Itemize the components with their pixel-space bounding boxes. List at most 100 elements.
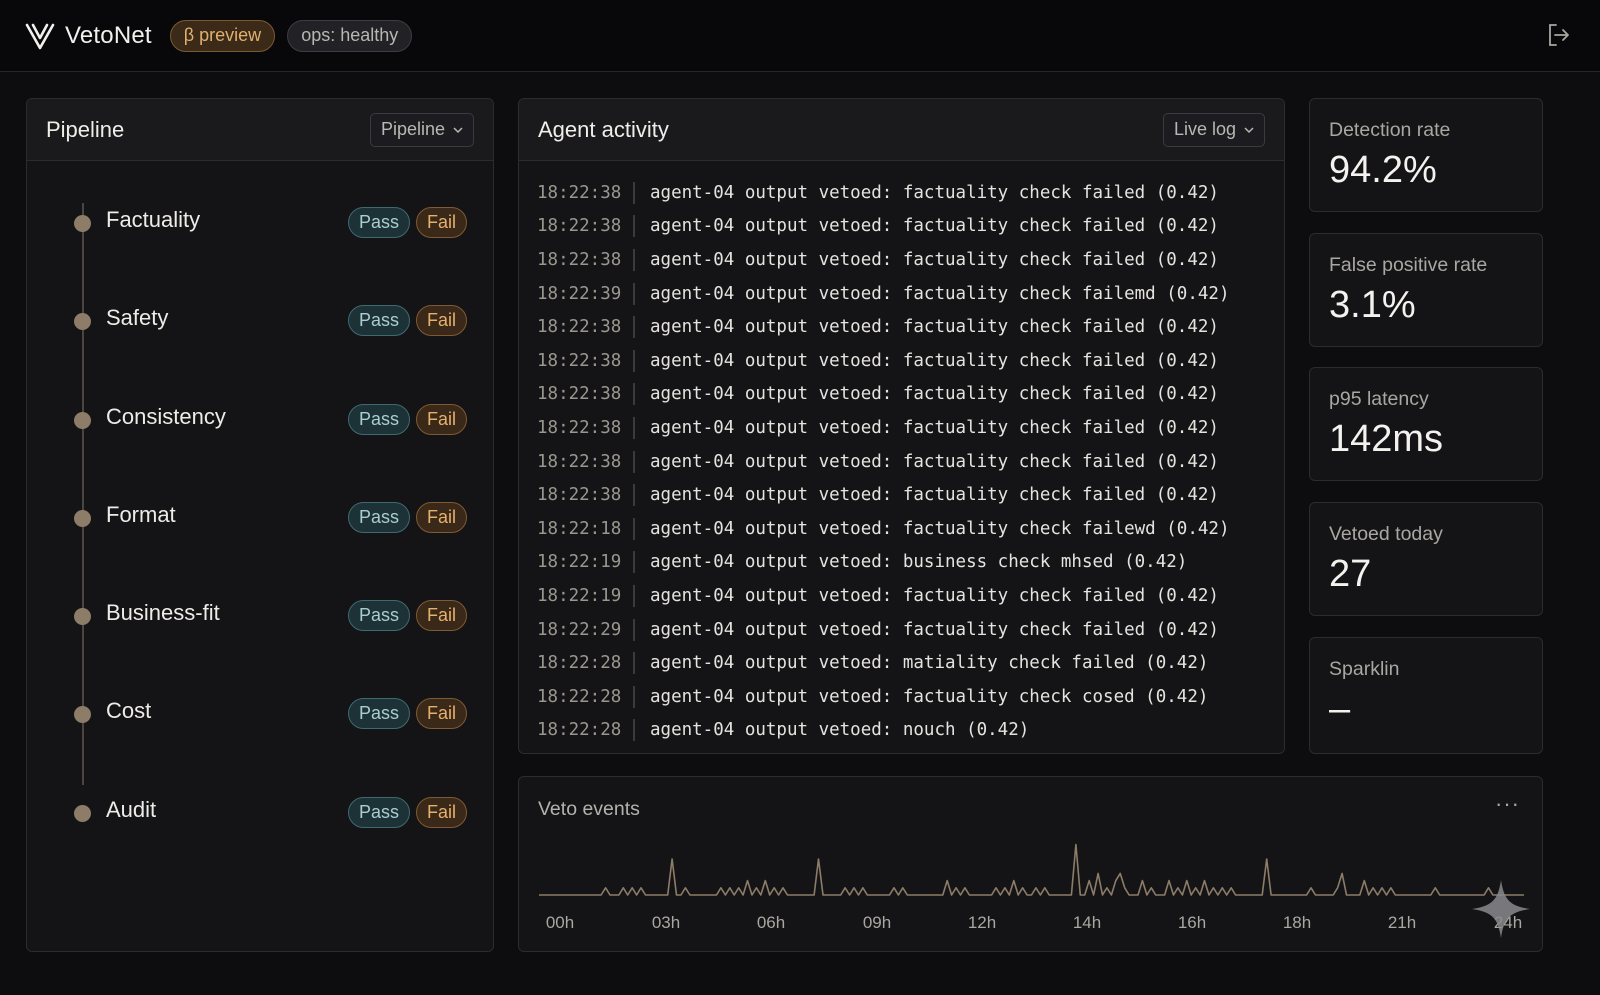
- log-message: agent-04 output vetoed: business check m…: [650, 552, 1188, 573]
- log-message: agent-04 output vetoed: factuality check…: [650, 585, 1219, 606]
- pipeline-title: Pipeline: [46, 116, 125, 142]
- live-log-dropdown[interactable]: Live log: [1162, 112, 1265, 147]
- x-tick-label: 16h: [1178, 913, 1206, 932]
- log-message: agent-04 output vetoed: factuality check…: [650, 518, 1230, 539]
- pass-badge[interactable]: Pass: [347, 600, 410, 632]
- pipeline-panel: Pipeline Pipeline Factuality Pass Fail Safe…: [26, 98, 494, 952]
- step-dot-icon: [74, 706, 91, 724]
- pipeline-dropdown[interactable]: Pipeline: [369, 112, 474, 147]
- vetoed-today-card: Vetoed today 27: [1309, 502, 1543, 616]
- log-timestamp: 18:22:19: [537, 551, 635, 574]
- log-message: agent-04 output vetoed: factuality check…: [650, 619, 1219, 640]
- fail-badge[interactable]: Fail: [415, 501, 467, 533]
- stat-value: 27: [1329, 553, 1372, 595]
- log-row: 18:22:38 agent-04 output vetoed: factuali…: [537, 210, 1284, 244]
- log-timestamp: 18:22:38: [537, 215, 635, 238]
- log-timestamp: 18:22:19: [537, 584, 635, 607]
- step-badges: Pass Fail: [347, 501, 467, 533]
- log-timestamp: 18:22:38: [537, 316, 635, 339]
- pass-badge[interactable]: Pass: [347, 305, 410, 337]
- log-row: 18:22:19 agent-04 output vetoed: factuali…: [537, 579, 1284, 613]
- log-timestamp: 18:22:28: [537, 685, 635, 708]
- logout-icon[interactable]: [1546, 22, 1572, 48]
- pipeline-step[interactable]: Cost Pass Fail: [27, 672, 493, 770]
- step-dot-icon: [74, 215, 91, 232]
- log-row: 18:22:38 agent-04 output vetoed: factuali…: [537, 344, 1284, 378]
- log-timestamp: 18:22:28: [537, 652, 635, 675]
- fail-badge[interactable]: Fail: [415, 207, 467, 238]
- step-badges: Pass Fail: [347, 305, 467, 337]
- log-message: agent-04 output vetoed: nouch (0.42): [650, 720, 1030, 741]
- x-tick-label: 06h: [757, 913, 785, 932]
- log-message: agent-04 output vetoed: factuality check…: [650, 384, 1219, 405]
- activity-header: Agent activity Live log: [519, 99, 1284, 161]
- log-message: agent-04 output vetoed: factuality check…: [650, 485, 1219, 506]
- fail-badge[interactable]: Fail: [415, 600, 467, 632]
- pipeline-header: Pipeline Pipeline: [27, 99, 493, 161]
- step-dot-icon: [74, 313, 91, 331]
- x-tick-label: 21h: [1388, 913, 1416, 932]
- veto-events-title: Veto events: [538, 798, 640, 820]
- log-message: agent-04 output vetoed: factuality check…: [650, 283, 1230, 304]
- log-timestamp: 18:22:38: [537, 450, 635, 473]
- step-label: Audit: [106, 796, 157, 822]
- log-message: agent-04 output vetoed: factuality check…: [650, 417, 1219, 438]
- pipeline-step[interactable]: Safety Pass Fail: [27, 279, 493, 377]
- log-message: agent-04 output vetoed: factuality check…: [650, 249, 1219, 270]
- stat-value: –: [1329, 688, 1351, 730]
- more-options-icon[interactable]: ···: [1495, 791, 1520, 817]
- ops-status-badge: ops: healthy: [287, 19, 413, 52]
- stat-label: False positive rate: [1329, 254, 1488, 276]
- x-tick-label: 03h: [652, 913, 680, 932]
- pass-badge[interactable]: Pass: [347, 698, 410, 730]
- log-timestamp: 18:22:18: [537, 517, 635, 540]
- step-dot-icon: [74, 608, 91, 626]
- pipeline-step[interactable]: Business-fit Pass Fail: [27, 574, 493, 672]
- step-badges: Pass Fail: [347, 403, 467, 435]
- fail-badge[interactable]: Fail: [415, 796, 467, 828]
- stat-value: 3.1%: [1329, 284, 1416, 326]
- pass-badge[interactable]: Pass: [347, 501, 410, 533]
- log-message: agent-04 output vetoed: matiality check …: [650, 653, 1209, 674]
- pipeline-step[interactable]: Format Pass Fail: [27, 476, 493, 574]
- pipeline-step[interactable]: Factuality Pass Fail: [27, 181, 493, 279]
- log-row: 18:22:38 agent-04 output vetoed: factuali…: [537, 478, 1284, 512]
- log-timestamp: 18:22:29: [537, 618, 635, 641]
- step-label: Consistency: [106, 403, 226, 429]
- stat-label: Vetoed today: [1329, 523, 1443, 545]
- log-message: agent-04 output vetoed: factuality check…: [650, 350, 1219, 371]
- log-timestamp: 18:22:28: [537, 719, 635, 742]
- log-message: agent-04 output vetoed: factuality check…: [650, 451, 1219, 472]
- fail-badge[interactable]: Fail: [415, 698, 467, 730]
- log-row: 18:22:19 agent-04 output vetoed: business…: [537, 546, 1284, 580]
- sparkle-icon[interactable]: [1470, 878, 1532, 940]
- log-timestamp: 18:22:38: [537, 349, 635, 372]
- pass-badge[interactable]: Pass: [347, 207, 410, 238]
- step-badges: Pass Fail: [347, 796, 467, 828]
- log-row: 18:22:38 agent-04 output vetoed: factuali…: [537, 378, 1284, 412]
- x-tick-label: 00h: [546, 913, 574, 932]
- fail-badge[interactable]: Fail: [415, 305, 467, 337]
- log-row: 18:22:38 agent-04 output vetoed: factuali…: [537, 243, 1284, 277]
- step-label: Business-fit: [106, 600, 220, 626]
- log-timestamp: 18:22:38: [537, 383, 635, 406]
- x-tick-label: 18h: [1283, 913, 1311, 932]
- step-dot-icon: [74, 411, 91, 429]
- false-positive-rate-card: False positive rate 3.1%: [1309, 233, 1543, 347]
- log-timestamp: 18:22:38: [537, 248, 635, 271]
- brand[interactable]: VetoNet: [25, 21, 152, 51]
- pass-badge[interactable]: Pass: [347, 796, 410, 828]
- veto-events-panel: Veto events ··· 00h 03h 06h 09h 12h 14h 16h 18h…: [518, 776, 1543, 952]
- activity-log[interactable]: 18:22:38 agent-04 output vetoed: factuali…: [519, 161, 1284, 747]
- log-row: 18:22:38 agent-04 output vetoed: factuali…: [537, 176, 1284, 210]
- pipeline-dropdown-value: Pipeline: [380, 119, 445, 139]
- log-timestamp: 18:22:39: [537, 282, 635, 305]
- agent-activity-panel: Agent activity Live log 18:22:38 agent-04…: [518, 98, 1285, 754]
- fail-badge[interactable]: Fail: [415, 403, 467, 435]
- step-label: Format: [106, 501, 176, 527]
- pass-badge[interactable]: Pass: [347, 403, 410, 435]
- log-row: 18:22:18 agent-04 output vetoed: factuali…: [537, 512, 1284, 546]
- log-message: agent-04 output vetoed: factuality check…: [650, 317, 1219, 338]
- pipeline-step[interactable]: Consistency Pass Fail: [27, 378, 493, 476]
- pipeline-step[interactable]: Audit Pass Fail: [27, 771, 493, 869]
